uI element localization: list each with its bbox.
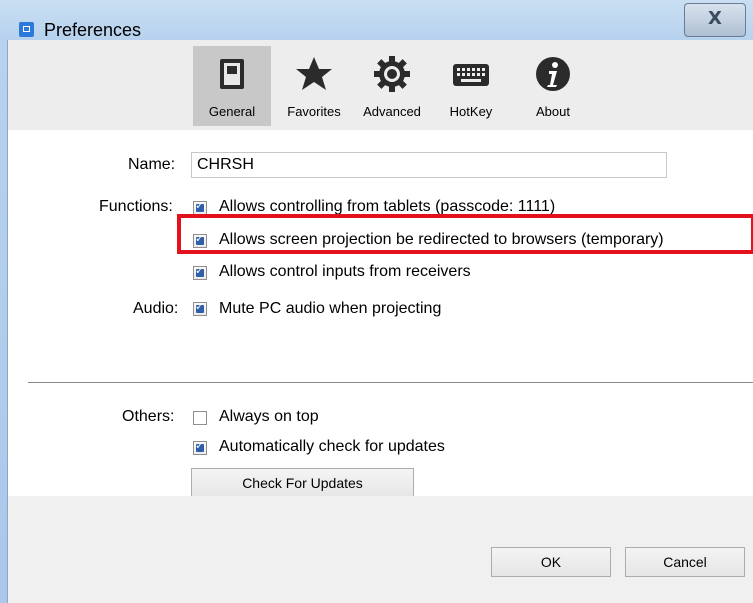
toolbar: General Favorites Advanced HotKey About [8, 40, 753, 130]
receiver-input-checkbox[interactable] [193, 264, 207, 280]
tab-about[interactable]: About [520, 46, 586, 126]
tab-label: Favorites [287, 104, 341, 119]
auto-update-label: Automatically check for updates [219, 438, 445, 455]
mute-audio-checkbox[interactable] [193, 300, 207, 316]
gear-icon [374, 56, 410, 92]
tab-label: HotKey [449, 104, 493, 119]
ok-button[interactable]: OK [491, 547, 611, 577]
app-icon [19, 22, 34, 37]
tab-label: General [208, 104, 256, 119]
name-label: Name: [128, 156, 176, 173]
audio-label: Audio: [133, 300, 179, 317]
cancel-button[interactable]: Cancel [625, 547, 745, 577]
name-input[interactable]: CHRSH [191, 152, 667, 178]
tab-favorites[interactable]: Favorites [274, 46, 354, 126]
tab-advanced[interactable]: Advanced [352, 46, 432, 126]
client-area: General Favorites Advanced HotKey About … [7, 40, 753, 603]
switch-icon [220, 59, 244, 89]
section-divider [28, 382, 753, 383]
title-bar[interactable]: Preferences X [0, 0, 753, 40]
check-for-updates-button[interactable]: Check For Updates [191, 468, 414, 499]
receiver-input-label: Allows control inputs from receivers [219, 263, 471, 280]
tab-label: About [536, 104, 570, 119]
auto-update-checkbox[interactable] [193, 439, 207, 455]
tab-general[interactable]: General [193, 46, 271, 126]
dialog-footer: OK Cancel [8, 496, 753, 603]
tab-label: Advanced [363, 104, 421, 119]
others-label: Others: [122, 408, 175, 425]
functions-label: Functions: [99, 198, 173, 215]
close-button[interactable]: X [684, 3, 746, 37]
highlight-annotation [177, 214, 753, 254]
info-icon [536, 57, 570, 91]
tab-hotkey[interactable]: HotKey [438, 46, 504, 126]
always-on-top-label: Always on top [219, 408, 319, 425]
window-title: Preferences [44, 20, 142, 40]
star-icon [296, 57, 332, 90]
keyboard-icon [453, 64, 489, 86]
mute-audio-label: Mute PC audio when projecting [219, 300, 442, 317]
preferences-window: Preferences X General Favorites Advanced… [0, 0, 753, 603]
tablet-control-checkbox[interactable] [193, 199, 207, 215]
always-on-top-checkbox[interactable] [193, 411, 207, 425]
